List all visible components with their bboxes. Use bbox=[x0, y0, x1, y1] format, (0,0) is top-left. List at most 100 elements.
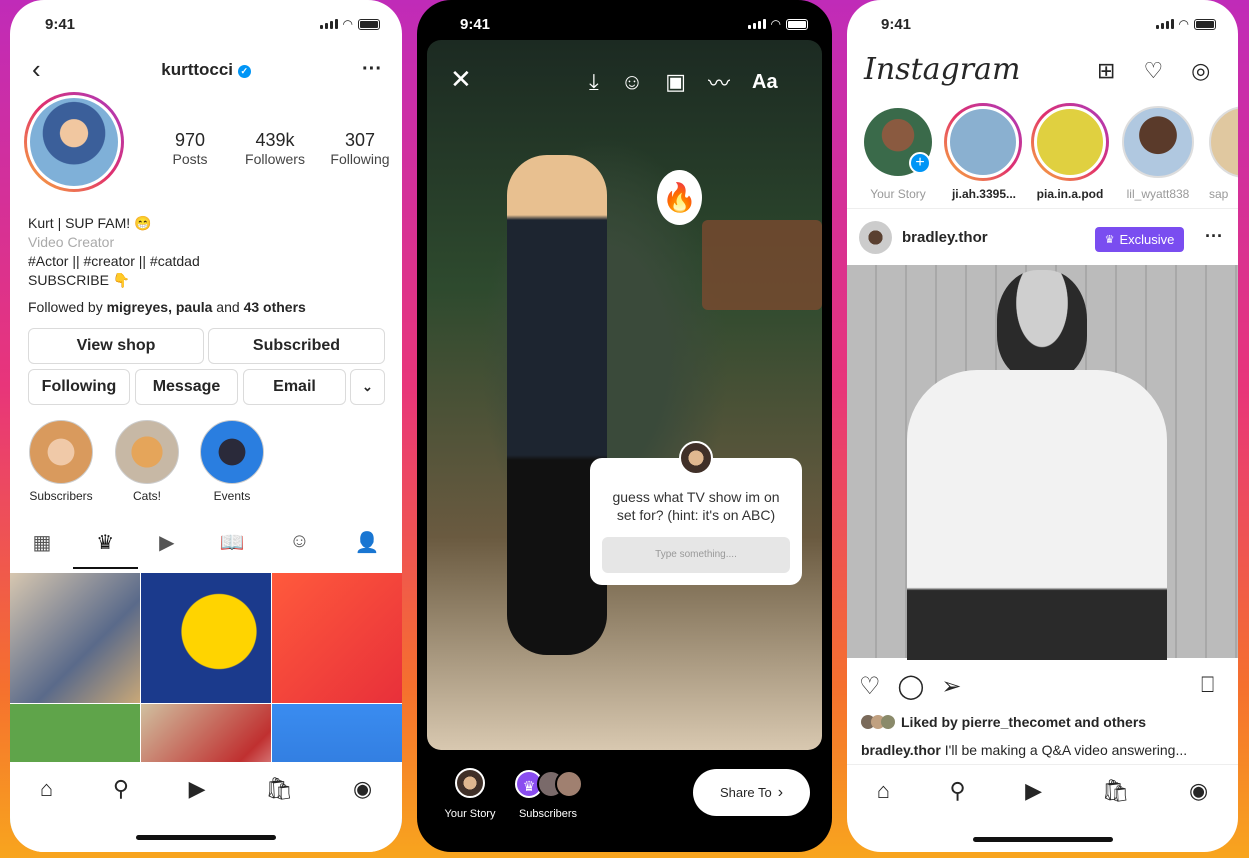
highlight-subscribers[interactable] bbox=[29, 420, 93, 484]
followed-others: 43 others bbox=[243, 299, 306, 315]
instagram-logo[interactable]: Instagram bbox=[864, 52, 1020, 87]
sticker-icon[interactable]: ▣ bbox=[665, 69, 686, 95]
story-avatar[interactable] bbox=[1122, 106, 1194, 178]
post-image[interactable] bbox=[847, 265, 1238, 660]
answer-input[interactable]: Type something.... bbox=[602, 537, 790, 573]
post-author-name[interactable]: bradley.thor bbox=[902, 229, 988, 246]
stat-posts[interactable]: 970 Posts bbox=[150, 130, 230, 167]
grid-post[interactable] bbox=[141, 573, 271, 703]
your-story-avatar[interactable] bbox=[455, 768, 485, 798]
bio-cta: SUBSCRIBE 👇 bbox=[28, 272, 131, 288]
divider bbox=[847, 208, 1238, 209]
grid-post[interactable] bbox=[272, 573, 402, 703]
highlight-cats[interactable] bbox=[115, 420, 179, 484]
story-label: pia.in.a.pod bbox=[1036, 187, 1104, 201]
exclusive-crown-tab-icon[interactable]: ♛ bbox=[96, 530, 114, 555]
profile-avatar[interactable] bbox=[24, 92, 124, 192]
fire-sticker[interactable]: 🔥 bbox=[657, 170, 702, 225]
followed-prefix: Followed by bbox=[28, 299, 107, 315]
home-icon[interactable]: ⌂ bbox=[877, 778, 890, 804]
home-icon[interactable]: ⌂ bbox=[40, 776, 53, 802]
profile-bio: Kurt | SUP FAM! 😁 Video Creator #Actor |… bbox=[28, 214, 306, 317]
reels-tab-icon[interactable]: ▶ bbox=[159, 530, 174, 555]
like-heart-icon[interactable]: ♡ bbox=[859, 672, 881, 701]
story-label: ji.ah.3395... bbox=[951, 187, 1017, 201]
stat-value: 307 bbox=[344, 130, 376, 150]
post-caption[interactable]: bradley.thor I'll be making a Q&A video … bbox=[861, 742, 1187, 758]
home-indicator bbox=[136, 835, 276, 840]
view-shop-button[interactable]: View shop bbox=[28, 328, 204, 364]
shop-icon[interactable]: 🛍 bbox=[1102, 778, 1130, 804]
exclusive-label: Exclusive bbox=[1119, 232, 1175, 247]
heart-icon[interactable]: ♡ bbox=[1143, 58, 1163, 84]
exclusive-badge[interactable]: ♛ Exclusive bbox=[1095, 227, 1184, 252]
following-button[interactable]: Following bbox=[28, 369, 130, 405]
story-label: lil_wyatt838 bbox=[1126, 187, 1190, 201]
verified-icon: ✓ bbox=[237, 65, 251, 78]
stat-label: Posts bbox=[172, 151, 208, 167]
story-avatar[interactable] bbox=[944, 103, 1022, 181]
message-button[interactable]: Message bbox=[135, 369, 238, 405]
post-actions: ♡ ◯ ➢ bbox=[859, 672, 961, 701]
home-indicator bbox=[972, 837, 1113, 842]
search-icon[interactable]: ⚲ bbox=[950, 778, 966, 804]
subscriber-avatar bbox=[555, 770, 583, 798]
messenger-icon[interactable]: ◎ bbox=[1191, 58, 1210, 84]
new-post-icon[interactable]: ⊞ bbox=[1097, 58, 1115, 84]
suggested-chevron-button[interactable]: ⌄ bbox=[350, 369, 385, 405]
person-body bbox=[907, 370, 1167, 660]
crown-icon: ♛ bbox=[1104, 234, 1115, 246]
your-story-label: Your Story bbox=[444, 808, 496, 820]
stat-followers[interactable]: 439k Followers bbox=[230, 130, 320, 167]
profile-header: kurttocci ✓ bbox=[10, 60, 402, 80]
post-author-avatar[interactable] bbox=[859, 221, 892, 254]
grid-tab-icon[interactable]: ▦ bbox=[32, 530, 51, 555]
question-sticker[interactable]: guess what TV show im on set for? (hint:… bbox=[590, 441, 802, 585]
add-story-icon[interactable]: + bbox=[909, 152, 931, 174]
guides-tab-icon[interactable]: 📖 bbox=[219, 530, 244, 555]
stat-following[interactable]: 307 Following bbox=[320, 130, 400, 167]
reels-icon[interactable]: ▶ bbox=[189, 776, 206, 802]
highlight-label: Subscribers bbox=[29, 489, 93, 503]
story-avatar[interactable] bbox=[1209, 106, 1238, 178]
share-to-button[interactable]: Share To › bbox=[693, 769, 810, 816]
text-tool-button[interactable]: Aa bbox=[752, 71, 778, 94]
email-button[interactable]: Email bbox=[243, 369, 346, 405]
followed-by[interactable]: Followed by migreyes, paula and 43 other… bbox=[28, 298, 306, 317]
status-time: 9:41 bbox=[460, 16, 491, 33]
highlight-events[interactable] bbox=[200, 420, 264, 484]
bookmark-icon[interactable]: ⎕ bbox=[1201, 672, 1214, 698]
feed-screen: 9:41 ◠ Instagram ⊞ ♡ ◎ + Your Story ji.ah.… bbox=[847, 0, 1238, 852]
close-icon[interactable]: ✕ bbox=[450, 64, 472, 95]
post-options-icon[interactable]: ··· bbox=[1205, 226, 1223, 247]
tagged-tab-icon[interactable]: 👤 bbox=[355, 530, 380, 555]
share-send-icon[interactable]: ➢ bbox=[941, 672, 961, 701]
stat-value: 970 bbox=[174, 130, 206, 150]
caption-text: I'll be making a Q&A video answering... bbox=[940, 742, 1188, 758]
story-toolbar: ⤓ ☺ ▣ 〰 Aa bbox=[589, 66, 778, 98]
profile-stats: 970 Posts 439k Followers 307 Following bbox=[150, 130, 400, 167]
profile-icon[interactable]: ◉ bbox=[1189, 778, 1208, 804]
liker-avatars bbox=[861, 715, 895, 729]
subscribed-button[interactable]: Subscribed bbox=[208, 328, 385, 364]
stat-label: Following bbox=[330, 151, 390, 167]
effects-tab-icon[interactable]: ☺ bbox=[289, 530, 309, 555]
grid-post[interactable] bbox=[10, 573, 140, 703]
more-options-icon[interactable]: ··· bbox=[362, 58, 382, 81]
active-tab-indicator bbox=[73, 567, 138, 569]
liked-by[interactable]: Liked by pierre_thecomet and others bbox=[861, 714, 1146, 730]
search-icon[interactable]: ⚲ bbox=[113, 776, 129, 802]
comment-icon[interactable]: ◯ bbox=[898, 672, 925, 701]
stat-label: Followers bbox=[245, 151, 305, 167]
highlight-label: Events bbox=[213, 489, 251, 503]
profile-username: kurttocci bbox=[161, 60, 234, 79]
reels-icon[interactable]: ▶ bbox=[1025, 778, 1042, 804]
profile-icon[interactable]: ◉ bbox=[353, 776, 372, 802]
download-icon[interactable]: ⤓ bbox=[589, 69, 599, 95]
sign-background bbox=[702, 220, 822, 310]
shop-icon[interactable]: 🛍 bbox=[265, 776, 293, 802]
status-time: 9:41 bbox=[45, 16, 76, 33]
story-avatar[interactable] bbox=[1031, 103, 1109, 181]
effects-icon[interactable]: ☺ bbox=[621, 69, 643, 95]
draw-icon[interactable]: 〰 bbox=[708, 66, 730, 98]
